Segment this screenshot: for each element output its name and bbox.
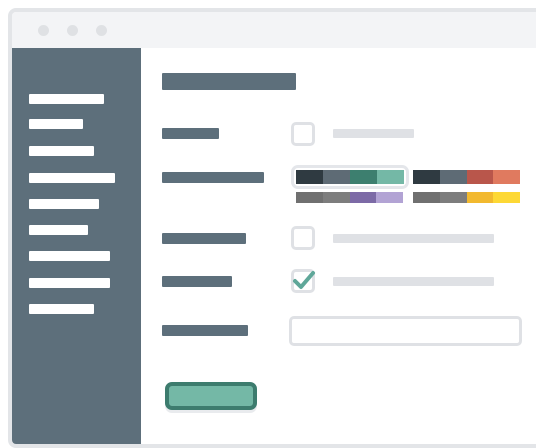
- checkbox-1-caption: [333, 129, 414, 138]
- sidebar-item-9[interactable]: [29, 304, 94, 314]
- checkbox-2-caption: [333, 234, 494, 243]
- sidebar-item-8[interactable]: [29, 278, 110, 288]
- page-title: [162, 73, 296, 90]
- theme-3-color-2: [322, 192, 350, 203]
- theme-swatch-1[interactable]: [291, 165, 409, 189]
- theme-swatch-2[interactable]: [413, 170, 520, 184]
- text-field[interactable]: [289, 316, 522, 346]
- theme-2-color-3: [466, 170, 494, 184]
- theme-2-color-2: [439, 170, 467, 184]
- field-label-5: [162, 325, 248, 336]
- field-label-3: [162, 233, 246, 244]
- close-dot[interactable]: [38, 25, 49, 36]
- sidebar: [12, 48, 141, 444]
- sidebar-item-6[interactable]: [29, 225, 88, 235]
- theme-1-color-1: [296, 170, 323, 184]
- title-bar: [12, 12, 536, 48]
- sidebar-item-5[interactable]: [29, 199, 99, 209]
- checkbox-3[interactable]: [291, 269, 315, 293]
- theme-4-color-4: [493, 192, 520, 203]
- field-label-2: [162, 172, 264, 183]
- theme-swatch-3[interactable]: [296, 192, 403, 203]
- sidebar-item-3[interactable]: [29, 146, 94, 156]
- sidebar-item-1[interactable]: [29, 94, 104, 104]
- theme-3-color-4: [376, 192, 403, 203]
- theme-2-color-4: [493, 170, 520, 184]
- checkbox-3-caption: [333, 277, 494, 286]
- checkbox-1[interactable]: [291, 122, 315, 146]
- sidebar-item-7[interactable]: [29, 251, 110, 261]
- theme-1-color-3: [350, 170, 377, 184]
- theme-4-color-3: [466, 192, 494, 203]
- field-label-4: [162, 276, 232, 287]
- theme-3-color-1: [296, 192, 323, 203]
- theme-4-color-2: [439, 192, 467, 203]
- browser-window: [8, 8, 536, 448]
- field-label-1: [162, 128, 219, 139]
- checkmark-icon: [293, 271, 315, 289]
- sidebar-item-4[interactable]: [29, 173, 115, 183]
- checkbox-2[interactable]: [291, 226, 315, 250]
- theme-4-color-1: [413, 192, 440, 203]
- maximize-dot[interactable]: [96, 25, 107, 36]
- submit-button[interactable]: [165, 382, 257, 410]
- minimize-dot[interactable]: [67, 25, 78, 36]
- sidebar-item-2[interactable]: [29, 119, 83, 129]
- theme-3-color-3: [349, 192, 377, 203]
- theme-1-color-4: [377, 170, 404, 184]
- theme-2-color-1: [413, 170, 440, 184]
- theme-1-color-2: [323, 170, 350, 184]
- theme-swatch-4[interactable]: [413, 192, 520, 203]
